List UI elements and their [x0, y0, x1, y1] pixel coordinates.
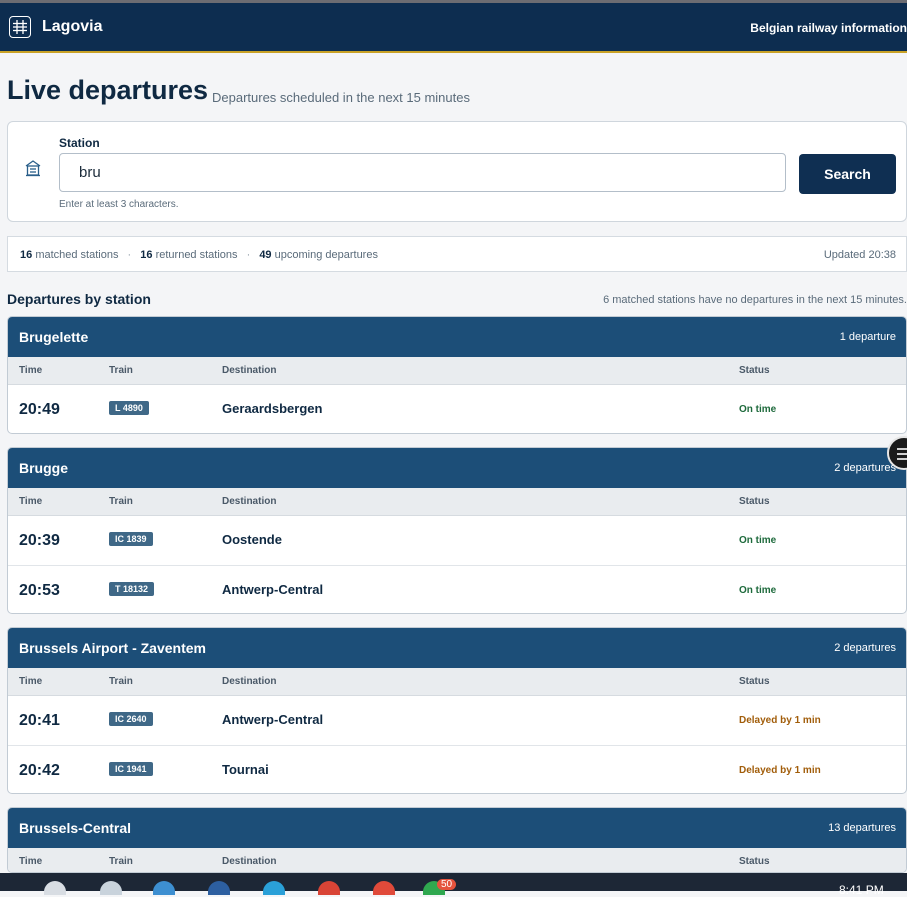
departure-status: Delayed by 1 min — [739, 715, 821, 726]
taskbar-app-icon[interactable] — [373, 881, 395, 895]
departure-count: 1 departure — [839, 331, 896, 343]
app-tagline: Belgian railway information — [750, 21, 907, 35]
train-badge: IC 2640 — [109, 712, 153, 726]
departure-row: 20:41 IC 2640 Antwerp-Central Delayed by… — [8, 696, 906, 746]
station-name: Brussels Airport - Zaventem — [19, 640, 206, 656]
departure-destination: Geraardsbergen — [222, 401, 323, 416]
table-header: Time Train Destination Status — [8, 848, 906, 872]
column-status: Status — [739, 676, 770, 687]
matched-stations-count: 16 — [20, 249, 33, 261]
column-train: Train — [109, 856, 133, 867]
departure-status: On time — [739, 585, 777, 596]
column-status: Status — [739, 365, 770, 376]
departure-row: 20:39 IC 1839 Oostende On time — [8, 516, 906, 566]
departure-destination: Oostende — [222, 532, 282, 547]
departure-status: Delayed by 1 min — [739, 765, 821, 776]
taskbar-app-icon[interactable] — [263, 881, 285, 895]
column-train: Train — [109, 676, 133, 687]
stats-separator: · — [246, 249, 251, 261]
departure-destination: Antwerp-Central — [222, 712, 324, 727]
column-destination: Destination — [222, 365, 277, 376]
station-name: Brussels-Central — [19, 820, 132, 836]
station-name: Brugelette — [19, 329, 89, 345]
taskbar-app-icon[interactable] — [44, 881, 66, 895]
taskbar-app-icon[interactable] — [100, 881, 122, 895]
train-badge: T 18132 — [109, 582, 155, 596]
search-button[interactable]: Search — [799, 154, 896, 194]
column-status: Status — [739, 496, 770, 507]
updated-timestamp: Updated 20:38 — [823, 249, 896, 261]
departure-time: 20:49 — [19, 401, 60, 418]
train-badge: IC 1941 — [109, 762, 153, 776]
column-train: Train — [109, 365, 133, 376]
results-counts: 16 matched stations · 16 returned statio… — [20, 249, 378, 261]
station-card-header: Brussels Airport - Zaventem 2 departures — [8, 628, 906, 668]
departure-status: On time — [739, 535, 777, 546]
page-subtitle: Departures scheduled in the next 15 minu… — [212, 90, 470, 105]
station-card-header: Brussels-Central 13 departures — [8, 808, 906, 848]
table-header: Time Train Destination Status — [8, 668, 906, 696]
taskbar-app-icon[interactable] — [153, 881, 175, 895]
taskbar-clock: 8:41 PM — [839, 883, 884, 897]
no-departures-note: 6 matched stations have no departures in… — [603, 294, 907, 306]
table-header: Time Train Destination Status — [8, 357, 906, 385]
departure-row: 20:49 L 4890 Geraardsbergen On time — [8, 385, 906, 433]
departure-count: 2 departures — [834, 462, 896, 474]
returned-stations-label: returned stations — [155, 249, 238, 261]
column-time: Time — [19, 496, 43, 507]
column-destination: Destination — [222, 496, 277, 507]
station-card: Brussels-Central 13 departures Time Trai… — [7, 807, 907, 873]
station-card-header: Brugge 2 departures — [8, 448, 906, 488]
stats-separator: · — [127, 249, 132, 261]
departure-destination: Tournai — [222, 762, 269, 777]
train-badge: IC 1839 — [109, 532, 153, 546]
station-field-label: Station — [59, 136, 100, 150]
upcoming-departures-label: upcoming departures — [274, 249, 378, 261]
station-card: Brugelette 1 departure Time Train Destin… — [7, 316, 907, 434]
column-destination: Destination — [222, 856, 277, 867]
departure-count: 13 departures — [828, 822, 896, 834]
departure-time: 20:41 — [19, 712, 60, 729]
departure-destination: Antwerp-Central — [222, 582, 324, 597]
page-title: Live departures — [7, 75, 209, 105]
column-status: Status — [739, 856, 770, 867]
station-building-icon — [25, 159, 41, 182]
column-destination: Destination — [222, 676, 277, 687]
departure-time: 20:39 — [19, 532, 60, 549]
departure-row: 20:42 IC 1941 Tournai Delayed by 1 min — [8, 746, 906, 793]
taskbar-app-icon[interactable] — [318, 881, 340, 895]
station-card-header: Brugelette 1 departure — [8, 317, 906, 357]
os-taskbar: 50 8:41 PM — [0, 873, 907, 897]
station-search-input[interactable] — [59, 153, 786, 192]
table-header: Time Train Destination Status — [8, 488, 906, 516]
results-summary-bar: 16 matched stations · 16 returned statio… — [7, 236, 907, 272]
railway-logo-icon[interactable] — [9, 16, 31, 38]
taskbar-app-icon[interactable] — [208, 881, 230, 895]
station-search-card: Station Enter at least 3 characters. Sea… — [7, 121, 907, 222]
top-navbar: Lagovia Belgian railway information — [0, 0, 907, 53]
train-badge: L 4890 — [109, 401, 149, 415]
departure-count: 2 departures — [834, 642, 896, 654]
departures-section-heading: Departures by station — [7, 291, 151, 307]
column-train: Train — [109, 496, 133, 507]
notification-badge: 50 — [437, 879, 457, 890]
returned-stations-count: 16 — [140, 249, 153, 261]
station-field-hint: Enter at least 3 characters. — [59, 199, 179, 210]
column-time: Time — [19, 676, 43, 687]
column-time: Time — [19, 365, 43, 376]
departure-time: 20:53 — [19, 582, 60, 599]
station-card: Brugge 2 departures Time Train Destinati… — [7, 447, 907, 614]
departure-status: On time — [739, 404, 777, 415]
matched-stations-label: matched stations — [35, 249, 119, 261]
station-card: Brussels Airport - Zaventem 2 departures… — [7, 627, 907, 794]
app-brand[interactable]: Lagovia — [42, 18, 102, 36]
departure-row: 20:53 T 18132 Antwerp-Central On time — [8, 566, 906, 613]
upcoming-departures-count: 49 — [259, 249, 272, 261]
menu-icon — [897, 448, 907, 460]
departure-time: 20:42 — [19, 762, 60, 779]
column-time: Time — [19, 856, 43, 867]
station-name: Brugge — [19, 460, 68, 476]
